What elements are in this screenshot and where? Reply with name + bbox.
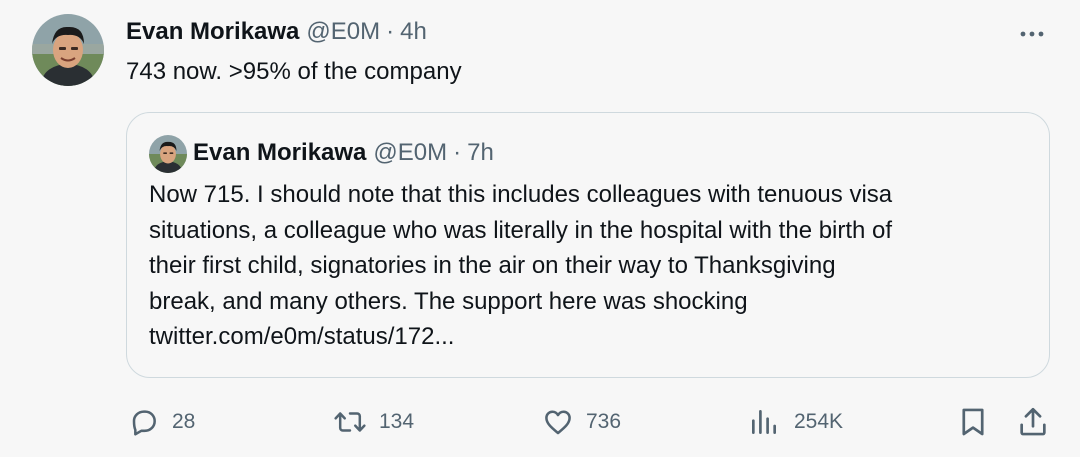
heart-icon (542, 406, 574, 438)
tweet-text: 743 now. >95% of the company (126, 58, 462, 85)
quoted-tweet-text: Now 715. I should note that this include… (149, 177, 1029, 355)
quoted-tweet-link[interactable]: twitter.com/e0m/status/172... (149, 319, 1029, 355)
views-bar-chart-icon (748, 406, 780, 438)
tweet: Evan Morikawa @E0M · 4h 743 now. >95% of… (0, 0, 1080, 457)
quoted-tweet-header: Evan Morikawa @E0M · 7h (193, 137, 494, 169)
bookmark-icon (956, 405, 990, 439)
tweet-actions-bar: 28 134 736 254K (0, 400, 1080, 444)
like-count: 736 (586, 410, 622, 433)
quoted-author-avatar (149, 135, 187, 173)
reply-count: 28 (172, 410, 196, 433)
more-options-button[interactable] (1012, 22, 1052, 46)
author-handle[interactable]: @E0M (306, 18, 380, 46)
view-count: 254K (794, 410, 844, 433)
separator-dot: · (386, 18, 395, 45)
separator-dot: · (453, 139, 462, 166)
share-button[interactable] (1016, 400, 1050, 444)
quoted-author-name: Evan Morikawa (193, 139, 367, 166)
author-avatar[interactable] (32, 14, 104, 86)
quoted-tweet-timestamp: 7h (467, 139, 494, 166)
bookmark-button[interactable] (956, 400, 990, 444)
quoted-text-line: their first child, signatories in the ai… (149, 252, 836, 279)
reply-button[interactable]: 28 (128, 400, 195, 444)
tweet-timestamp[interactable]: 4h (400, 18, 427, 46)
quoted-author-handle: @E0M (373, 139, 448, 166)
views-button[interactable]: 254K (748, 400, 843, 444)
quoted-text-line: situations, a colleague who was literall… (149, 216, 893, 244)
share-upload-icon (1016, 405, 1050, 439)
quoted-text-line: break, and many others. The support here… (149, 287, 748, 315)
retweet-count: 134 (379, 410, 415, 433)
like-button[interactable]: 736 (542, 400, 621, 444)
retweet-button[interactable]: 134 (333, 400, 414, 444)
quoted-tweet-card[interactable]: Evan Morikawa @E0M · 7h Now 715. I shoul… (126, 112, 1050, 378)
reply-bubble-icon (128, 406, 160, 438)
more-dots-icon (1020, 31, 1044, 37)
retweet-icon (333, 406, 367, 438)
author-name[interactable]: Evan Morikawa (126, 18, 299, 46)
tweet-header: Evan Morikawa @E0M · 4h (126, 16, 427, 48)
quoted-text-line: Now 715. I should note that this include… (149, 181, 893, 208)
